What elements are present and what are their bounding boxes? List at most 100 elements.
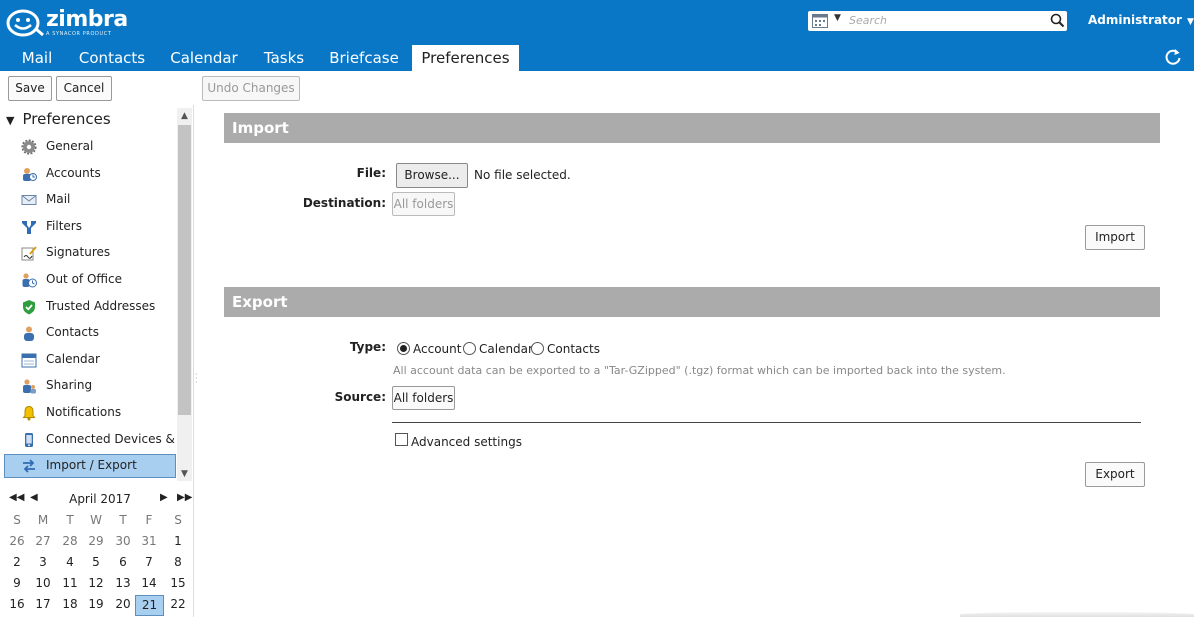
calendar-day[interactable]: 9 (4, 576, 30, 590)
next-year-icon[interactable]: ▶▶ (177, 492, 192, 503)
weekday-header: T (66, 513, 74, 527)
sidebar-item-accounts[interactable]: Accounts (4, 162, 176, 186)
import-button[interactable]: Import (1085, 225, 1145, 250)
zimbra-logo[interactable]: zimbra A SYNACOR PRODUCT (6, 8, 128, 38)
calendar-day[interactable]: 1 (165, 534, 191, 548)
browse-button[interactable]: Browse... (396, 163, 468, 188)
calendar-day[interactable]: 8 (165, 555, 191, 569)
user-menu[interactable]: Administrator ▼ (1088, 13, 1194, 27)
calendar-day[interactable]: 30 (110, 534, 136, 548)
brand-tagline: A SYNACOR PRODUCT (46, 31, 112, 37)
search-input[interactable]: Search (849, 14, 887, 27)
tab-tasks[interactable]: Tasks (258, 45, 310, 71)
sidebar-item-mail[interactable]: Mail (4, 188, 176, 212)
advanced-settings-checkbox[interactable] (395, 433, 408, 446)
calendar-day[interactable]: 22 (165, 597, 191, 611)
refresh-icon[interactable] (1163, 47, 1183, 67)
search-type-calendar-icon[interactable] (812, 14, 828, 28)
advanced-settings-label[interactable]: Advanced settings (411, 435, 522, 449)
calendar-day[interactable]: 14 (136, 576, 162, 590)
calendar-day[interactable]: 17 (30, 597, 56, 611)
export-button[interactable]: Export (1085, 462, 1145, 487)
calendar-day[interactable]: 20 (110, 597, 136, 611)
preferences-tree-title: Preferences (22, 110, 111, 128)
type-account-label[interactable]: Account (413, 342, 461, 356)
calendar-day[interactable]: 3 (30, 555, 56, 569)
search-icon[interactable] (1050, 13, 1065, 28)
sidebar-item-label: Notifications (46, 405, 122, 419)
sidebar-item-connected-devices[interactable]: Connected Devices & Ap (4, 428, 177, 452)
sidebar-item-notifications[interactable]: Notifications (4, 401, 176, 425)
previous-month-icon[interactable]: ◀ (30, 492, 38, 503)
sidebar-item-out-of-office[interactable]: Out of Office (4, 268, 176, 292)
sidebar-item-contacts[interactable]: Contacts (4, 321, 176, 345)
calendar-day[interactable]: 18 (57, 597, 83, 611)
search-type-dropdown-icon[interactable]: ▼ (834, 13, 841, 23)
save-button[interactable]: Save (8, 76, 52, 101)
mini-calendar-title[interactable]: April 2017 (60, 492, 140, 506)
user-name: Administrator (1088, 13, 1182, 27)
source-folder-button[interactable]: All folders (392, 386, 455, 410)
sidebar-item-filters[interactable]: Filters (4, 215, 176, 239)
calendar-day[interactable]: 28 (57, 534, 83, 548)
destination-label: Destination: (302, 196, 386, 210)
sidebar-item-label: Contacts (46, 325, 99, 339)
sidebar-item-label: Signatures (46, 245, 111, 259)
type-account-radio[interactable] (397, 342, 410, 355)
splitter-grip-icon: · · · (195, 370, 198, 387)
sidebar-item-general[interactable]: General (4, 135, 176, 159)
sidebar-item-sharing[interactable]: Sharing (4, 374, 176, 398)
tab-mail[interactable]: Mail (12, 45, 62, 71)
undo-changes-button[interactable]: Undo Changes (202, 76, 300, 101)
source-label: Source: (334, 390, 386, 404)
type-contacts-radio[interactable] (531, 342, 544, 355)
scroll-up-icon[interactable]: ▲ (177, 109, 192, 124)
previous-year-icon[interactable]: ◀◀ (9, 492, 24, 503)
calendar-day[interactable]: 2 (4, 555, 30, 569)
tab-calendar[interactable]: Calendar (166, 45, 242, 71)
sidebar-item-label: Mail (46, 192, 71, 206)
tab-preferences[interactable]: Preferences (412, 45, 519, 71)
calendar-day[interactable]: 19 (83, 597, 109, 611)
sidebar-scroll-thumb[interactable] (178, 125, 191, 415)
shield-check-icon (23, 300, 35, 315)
calendar-day[interactable]: 29 (83, 534, 109, 548)
sidebar-item-trusted-addresses[interactable]: Trusted Addresses (4, 295, 176, 319)
calendar-day[interactable]: 31 (136, 534, 162, 548)
calendar-day[interactable]: 13 (110, 576, 136, 590)
calendar-day[interactable]: 27 (30, 534, 56, 548)
preferences-tree-header[interactable]: ▼ Preferences (6, 110, 111, 128)
calendar-day[interactable]: 10 (30, 576, 56, 590)
type-contacts-label[interactable]: Contacts (547, 342, 600, 356)
sidebar-item-signatures[interactable]: Signatures (4, 241, 176, 265)
calendar-day[interactable]: 15 (165, 576, 191, 590)
calendar-day[interactable]: 7 (136, 555, 162, 569)
calendar-day[interactable]: 21 (135, 595, 164, 616)
sidebar-item-import-export[interactable]: Import / Export (4, 454, 176, 478)
advanced-divider (392, 422, 1141, 423)
search-box[interactable]: ▼ Search (808, 11, 1067, 31)
collapse-triangle-icon[interactable]: ▼ (6, 114, 14, 127)
cancel-button[interactable]: Cancel (56, 76, 112, 101)
weekday-header: W (90, 513, 102, 527)
sidebar-item-calendar[interactable]: Calendar (4, 348, 176, 372)
tab-contacts[interactable]: Contacts (76, 45, 148, 71)
next-month-icon[interactable]: ▶ (160, 492, 168, 503)
scroll-down-icon[interactable]: ▼ (177, 467, 192, 482)
sidebar-item-label: Sharing (46, 378, 93, 392)
calendar-day[interactable]: 12 (83, 576, 109, 590)
calendar-day[interactable]: 26 (4, 534, 30, 548)
calendar-day[interactable]: 16 (4, 597, 30, 611)
calendar-day[interactable]: 4 (57, 555, 83, 569)
calendar-day[interactable]: 11 (57, 576, 83, 590)
calendar-day[interactable]: 6 (110, 555, 136, 569)
type-calendar-radio[interactable] (463, 342, 476, 355)
destination-folder-button[interactable]: All folders (392, 192, 455, 216)
tab-briefcase[interactable]: Briefcase (326, 45, 402, 71)
type-calendar-label[interactable]: Calendar (479, 342, 533, 356)
calendar-day[interactable]: 5 (83, 555, 109, 569)
type-label: Type: (349, 340, 386, 354)
weekday-header: M (37, 513, 49, 527)
brand-name: zimbra (46, 7, 128, 32)
panel-splitter[interactable]: · · · (193, 105, 199, 617)
